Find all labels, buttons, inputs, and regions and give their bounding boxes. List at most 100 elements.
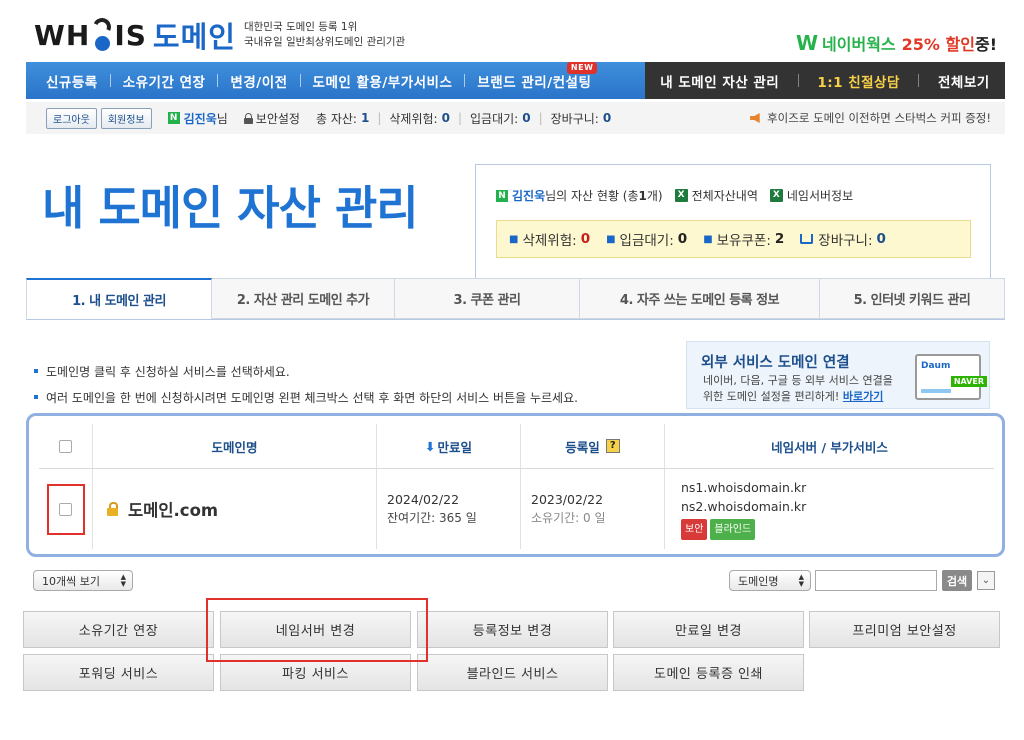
search-field-select[interactable]: 도메인명 ▲ ▼ bbox=[729, 570, 811, 591]
row-select-cell bbox=[39, 469, 93, 549]
expand-chevron-icon[interactable]: ⌄ bbox=[977, 571, 995, 590]
forwarding-service-button[interactable]: 포워딩 서비스 bbox=[23, 654, 214, 691]
security-tag[interactable]: 보안 bbox=[681, 519, 708, 540]
cart-icon bbox=[800, 234, 814, 244]
asset-delete-risk-label: 삭제위험: bbox=[522, 233, 577, 249]
registration-info-change-button[interactable]: 등록정보 변경 bbox=[417, 611, 608, 648]
header-expiry[interactable]: ⬇ 만료일 bbox=[377, 424, 521, 468]
banner-line-1: 네이버, 다음, 구글 등 외부 서비스 연결을 bbox=[703, 374, 893, 387]
per-page-value: 10개씩 보기 bbox=[42, 574, 100, 588]
tab-internet-keyword[interactable]: 5. 인터넷 키워드 관리 bbox=[820, 278, 1005, 319]
notice-text: 후이즈로 도메인 이전하면 스타벅스 커피 증정! bbox=[767, 111, 991, 125]
tab-my-domain[interactable]: 1. 내 도메인 관리 bbox=[26, 278, 212, 319]
logout-button[interactable]: 로그아웃 bbox=[46, 107, 97, 129]
logo-korean: 도메인 bbox=[152, 20, 236, 54]
bullet-icon: ■ bbox=[509, 233, 519, 245]
nav-domain-services[interactable]: 도메인 활용/부가서비스 bbox=[301, 71, 465, 91]
asset-cart-label: 장바구니: bbox=[818, 233, 873, 249]
renewal-button[interactable]: 소유기간 연장 bbox=[23, 611, 214, 648]
select-all-checkbox[interactable] bbox=[59, 439, 72, 453]
logo-word-left: WH bbox=[34, 18, 91, 52]
header-expiry-label: 만료일 bbox=[437, 439, 472, 455]
external-service-banner[interactable]: 외부 서비스 도메인 연결 네이버, 다음, 구글 등 외부 서비스 연결을 위… bbox=[686, 341, 990, 409]
domain-name-link[interactable]: 도메인.com bbox=[128, 497, 218, 521]
tab-add-domain[interactable]: 2. 자산 관리 도메인 추가 bbox=[212, 278, 395, 319]
asset-cart[interactable]: 장바구니: 0 bbox=[800, 229, 886, 249]
asset-cart-value: 0 bbox=[876, 231, 886, 247]
nameserver-info-link[interactable]: 네임서버정보 bbox=[787, 187, 853, 204]
asset-delete-risk[interactable]: ■ 삭제위험: 0 bbox=[509, 229, 590, 249]
asset-status-prefix: 님의 자산 현황 (총 bbox=[545, 189, 639, 203]
divider: | bbox=[377, 111, 382, 125]
naver-icon: N bbox=[496, 189, 508, 202]
total-assets-label: 총 자산: bbox=[315, 111, 357, 126]
logo-wordmark: WH IS bbox=[34, 15, 147, 52]
registered-date: 2023/02/22 bbox=[531, 492, 604, 507]
naver-works-icon: W bbox=[795, 31, 819, 55]
total-assets: 총 자산: 1 bbox=[316, 110, 369, 127]
cart-label: 장바구니: bbox=[550, 111, 599, 126]
asset-pending-label: 입금대기: bbox=[619, 233, 674, 249]
asset-tabs: 1. 내 도메인 관리 2. 자산 관리 도메인 추가 3. 쿠폰 관리 4. … bbox=[26, 278, 1005, 320]
blind-tag[interactable]: 블라인드 bbox=[710, 519, 756, 540]
domain-cell: 도메인.com bbox=[93, 469, 377, 549]
member-info-button[interactable]: 회원정보 bbox=[100, 107, 152, 129]
bullet-icon bbox=[34, 369, 38, 373]
row-checkbox[interactable] bbox=[59, 502, 72, 516]
asset-pending[interactable]: ■ 입금대기: 0 bbox=[606, 229, 687, 249]
nav-view-all[interactable]: 전체보기 bbox=[926, 71, 1002, 91]
header-registered[interactable]: 등록일 ? bbox=[521, 424, 665, 468]
total-assets-value[interactable]: 1 bbox=[361, 111, 369, 125]
tab-coupons[interactable]: 3. 쿠폰 관리 bbox=[395, 278, 580, 319]
per-page-select[interactable]: 10개씩 보기 ▲ ▼ bbox=[33, 570, 133, 591]
nav-change-transfer[interactable]: 변경/이전 bbox=[218, 71, 299, 91]
nav-blue-section: 신규등록 소유기간 연장 변경/이전 도메인 활용/부가서비스 브랜드 관리/컨… bbox=[26, 61, 645, 99]
sort-down-arrow-icon: ⬇ bbox=[425, 438, 436, 454]
banner-shortcut-link[interactable]: 바로가기 bbox=[843, 390, 883, 403]
nav-my-domain-assets[interactable]: 내 도메인 자산 관리 bbox=[648, 71, 791, 91]
nav-new-registration[interactable]: 신규등록 bbox=[34, 71, 110, 91]
search-input[interactable] bbox=[815, 570, 937, 591]
starbucks-notice[interactable]: 후이즈로 도메인 이전하면 스타벅스 커피 증정! bbox=[750, 110, 991, 126]
naver-works-promo[interactable]: W 네이버웍스 25% 할인 중! bbox=[796, 31, 997, 55]
promo-naver-works: 네이버웍스 bbox=[822, 35, 896, 54]
updown-arrows-icon: ▲ ▼ bbox=[798, 573, 804, 588]
logo-tagline: 대한민국 도메인 등록 1위 국내유일 일반최상위도메인 관리기관 bbox=[244, 20, 405, 50]
nameserver-2: ns2.whoisdomain.kr bbox=[681, 499, 807, 514]
checkbox-highlight bbox=[46, 483, 85, 535]
nav-renewal[interactable]: 소유기간 연장 bbox=[111, 71, 218, 91]
whois-logo[interactable]: WH IS 도메인 대한민국 도메인 등록 1위 국내유일 일반최상위도메인 관… bbox=[34, 14, 405, 56]
asset-count: 1 bbox=[638, 188, 647, 203]
asset-coupon-label: 보유쿠폰: bbox=[716, 233, 771, 249]
divider: | bbox=[457, 111, 462, 125]
all-assets-link[interactable]: 전체자산내역 bbox=[692, 187, 758, 204]
tab-registration-info[interactable]: 4. 자주 쓰는 도메인 등록 정보 bbox=[580, 278, 820, 319]
monitor-illustration-icon: Daum NAVER bbox=[915, 354, 987, 400]
blind-service-button[interactable]: 블라인드 서비스 bbox=[417, 654, 608, 691]
expiry-change-button[interactable]: 만료일 변경 bbox=[613, 611, 804, 648]
help-icon[interactable]: ? bbox=[605, 439, 620, 453]
nav-divider bbox=[918, 74, 920, 87]
header-domain[interactable]: 도메인명 bbox=[93, 424, 377, 468]
header-nameserver: 네임서버 / 부가서비스 bbox=[771, 439, 888, 455]
cart-value[interactable]: 0 bbox=[603, 111, 611, 125]
delete-risk-value[interactable]: 0 bbox=[442, 111, 450, 125]
main-nav: 신규등록 소유기간 연장 변경/이전 도메인 활용/부가서비스 브랜드 관리/컨… bbox=[26, 61, 1005, 99]
instructions: 도메인명 클릭 후 신청하실 서비스를 선택하세요. 여러 도메인을 한 번에 … bbox=[34, 358, 578, 410]
certificate-print-button[interactable]: 도메인 등록증 인쇄 bbox=[613, 654, 804, 691]
asset-coupon-value: 2 bbox=[774, 231, 785, 247]
nav-brand-consulting[interactable]: 브랜드 관리/컨설팅 NEW bbox=[465, 61, 603, 91]
search-button[interactable]: 검색 bbox=[942, 570, 972, 591]
premium-security-button[interactable]: 프리미엄 보안설정 bbox=[809, 611, 1000, 648]
asset-pending-value: 0 bbox=[677, 231, 688, 247]
logo-question-mark-icon bbox=[90, 15, 114, 52]
asset-coupon[interactable]: ■ 보유쿠폰: 2 bbox=[703, 229, 784, 249]
user-name: 김진욱 bbox=[183, 111, 217, 126]
promo-discount: 25% 할인 bbox=[901, 35, 975, 54]
pending-value[interactable]: 0 bbox=[522, 111, 530, 125]
pending-payment: 입금대기: 0 bbox=[470, 110, 531, 127]
nav-consultation[interactable]: 1:1 친절상담 bbox=[805, 71, 912, 91]
naver-logo: NAVER bbox=[950, 376, 987, 387]
asset-user-name: 김진욱 bbox=[512, 189, 546, 203]
security-settings-link[interactable]: 보안설정 bbox=[243, 110, 300, 127]
